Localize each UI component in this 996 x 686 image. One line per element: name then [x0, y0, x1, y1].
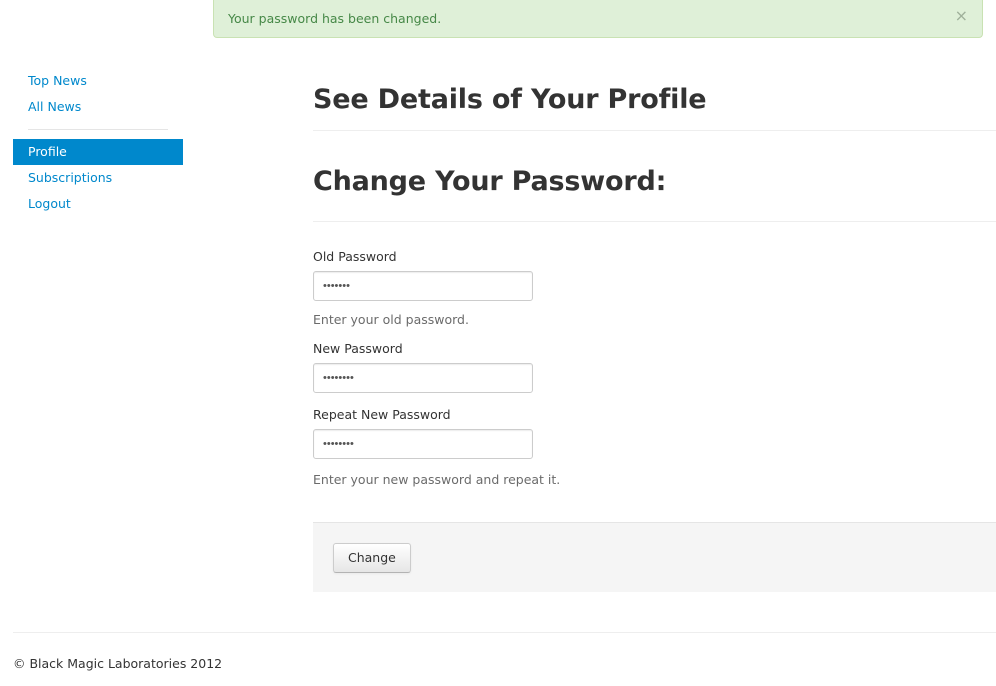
change-password-form: Old Password Enter your old password. Ne…: [313, 222, 996, 488]
sidebar-item-top-news[interactable]: Top News: [13, 68, 183, 94]
new-password-input[interactable]: [313, 363, 533, 393]
old-password-input[interactable]: [313, 271, 533, 301]
section-title: Change Your Password:: [313, 166, 667, 197]
sidebar-nav: Top News All News Profile Subscriptions …: [13, 68, 183, 217]
sidebar-item-logout[interactable]: Logout: [13, 191, 183, 217]
success-alert: Your password has been changed. ×: [213, 0, 983, 38]
close-icon[interactable]: ×: [955, 8, 968, 24]
repeat-password-help: Enter your new password and repeat it.: [313, 472, 561, 487]
old-password-group: Old Password Enter your old password.: [313, 249, 996, 328]
new-password-label: New Password: [313, 341, 403, 356]
alert-message: Your password has been changed.: [228, 11, 442, 26]
main-content: See Details of Your Profile Change Your …: [313, 70, 996, 501]
sidebar-item-profile[interactable]: Profile: [13, 139, 183, 165]
old-password-label: Old Password: [313, 249, 397, 264]
footer-copyright: © Black Magic Laboratories 2012: [13, 656, 223, 671]
change-button[interactable]: Change: [333, 543, 411, 573]
sidebar-item-subscriptions[interactable]: Subscriptions: [13, 165, 183, 191]
repeat-password-input[interactable]: [313, 429, 533, 459]
footer-divider: [13, 632, 996, 633]
old-password-help: Enter your old password.: [313, 312, 469, 327]
repeat-password-group: Repeat New Password Enter your new passw…: [313, 407, 996, 488]
new-password-group: New Password: [313, 341, 996, 393]
nav-divider: [28, 129, 168, 130]
repeat-password-label: Repeat New Password: [313, 407, 451, 422]
sidebar-item-all-news[interactable]: All News: [13, 94, 183, 120]
form-actions: Change: [313, 522, 996, 592]
page-title: See Details of Your Profile: [313, 84, 707, 115]
